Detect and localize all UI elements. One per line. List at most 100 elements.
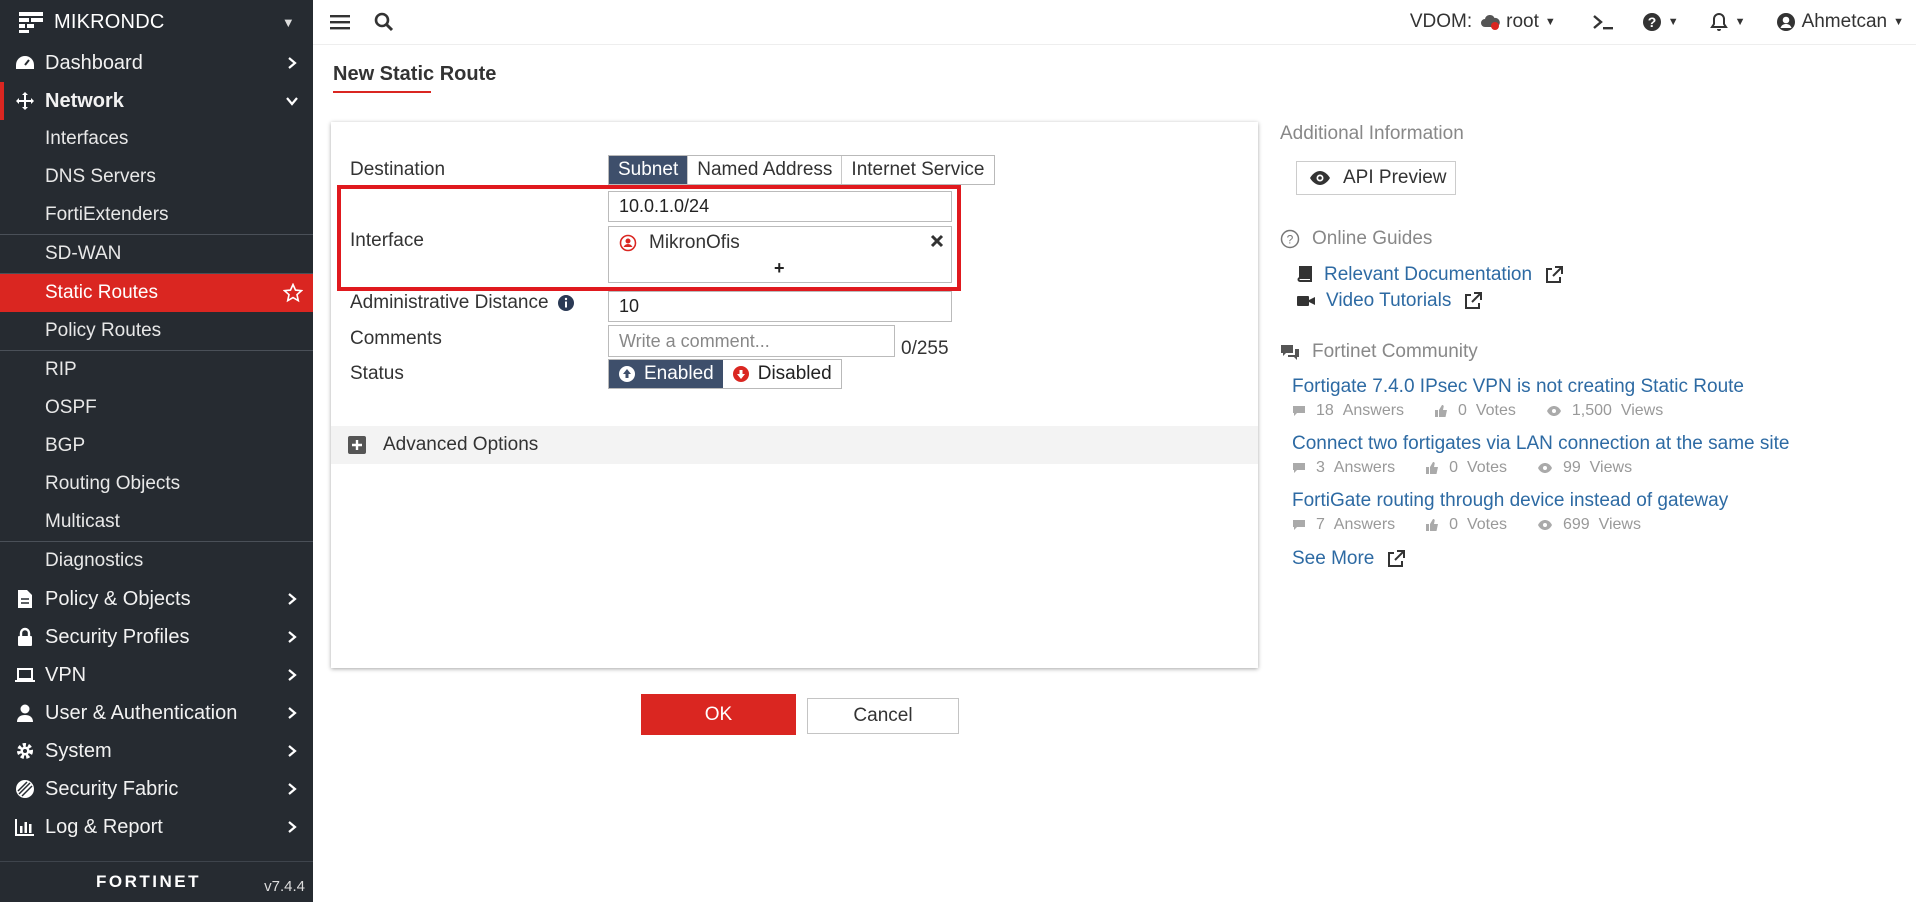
comments-textarea[interactable]: Write a comment... bbox=[608, 325, 895, 357]
sidebar-item-label: Policy & Objects bbox=[45, 587, 191, 610]
chevron-down-icon: ▼ bbox=[1734, 16, 1746, 28]
sidebar-item-diagnostics[interactable]: Diagnostics bbox=[0, 541, 313, 580]
thumbs-up-icon bbox=[1426, 462, 1439, 474]
community-post-link[interactable]: FortiGate routing through device instead… bbox=[1292, 490, 1728, 512]
fortinet-logo: FORTINET bbox=[96, 872, 199, 890]
static-route-form: Destination Subnet Named Address Interne… bbox=[331, 122, 1258, 668]
hamburger-menu-icon[interactable] bbox=[329, 11, 351, 33]
community-post-link[interactable]: Connect two fortigates via LAN connectio… bbox=[1292, 433, 1789, 455]
views-label: Views bbox=[1620, 402, 1664, 419]
status-enabled-label: Enabled bbox=[644, 363, 714, 384]
sidebar: MIKRONDC ▼ Dashboard Network Interfaces … bbox=[0, 0, 313, 902]
eye-icon bbox=[1546, 406, 1561, 416]
sidebar-item-user-authentication[interactable]: User & Authentication bbox=[0, 694, 313, 732]
votes-count: 0 bbox=[1449, 516, 1459, 533]
cli-console-button[interactable] bbox=[1592, 13, 1614, 31]
sidebar-item-policy-objects[interactable]: Policy & Objects bbox=[0, 580, 313, 618]
arrow-up-circle-icon bbox=[619, 366, 635, 382]
eye-icon bbox=[1537, 463, 1552, 473]
sidebar-item-system[interactable]: System bbox=[0, 732, 313, 770]
comments-counter: 0/255 bbox=[901, 338, 949, 359]
status-enabled-option[interactable]: Enabled bbox=[609, 360, 723, 388]
network-icon bbox=[14, 90, 36, 112]
answers-count: 3 bbox=[1316, 459, 1325, 476]
votes-label: Votes bbox=[1466, 459, 1507, 476]
lock-icon bbox=[14, 626, 36, 648]
video-tutorials-link[interactable]: Video Tutorials bbox=[1296, 290, 1483, 312]
video-tutorials-label: Video Tutorials bbox=[1326, 290, 1452, 311]
additional-information-title: Additional Information bbox=[1280, 123, 1464, 144]
comment-icon bbox=[1293, 406, 1305, 416]
help-menu-button[interactable]: ? ▼ bbox=[1642, 12, 1679, 32]
status-toggle: Enabled Disabled bbox=[608, 359, 842, 389]
sidebar-item-bgp[interactable]: BGP bbox=[0, 427, 313, 465]
sidebar-item-label: Security Fabric bbox=[45, 777, 179, 800]
advanced-options-toggle[interactable]: Advanced Options bbox=[331, 426, 1258, 464]
chevron-down-icon: ▼ bbox=[1667, 16, 1679, 28]
sidebar-item-fortiextenders[interactable]: FortiExtenders bbox=[0, 196, 313, 234]
star-icon[interactable] bbox=[283, 283, 303, 303]
sidebar-item-ospf[interactable]: OSPF bbox=[0, 389, 313, 427]
chevron-down-icon bbox=[286, 97, 298, 106]
views-count: 99 bbox=[1562, 459, 1581, 476]
relevant-documentation-link[interactable]: Relevant Documentation bbox=[1296, 264, 1564, 286]
chevron-right-icon bbox=[288, 631, 297, 643]
user-menu[interactable]: Ahmetcan ▼ bbox=[1776, 11, 1904, 33]
dashboard-icon bbox=[14, 52, 36, 74]
destination-internet-service-option[interactable]: Internet Service bbox=[842, 156, 994, 184]
sidebar-item-multicast[interactable]: Multicast bbox=[0, 503, 313, 541]
sidebar-item-static-routes[interactable]: Static Routes bbox=[0, 273, 313, 312]
answers-count: 18 bbox=[1316, 402, 1334, 419]
chart-icon bbox=[14, 816, 36, 838]
device-selector[interactable]: MIKRONDC ▼ bbox=[0, 0, 313, 44]
community-title: Fortinet Community bbox=[1312, 341, 1478, 362]
user-icon bbox=[14, 702, 36, 724]
sidebar-item-interfaces[interactable]: Interfaces bbox=[0, 120, 313, 158]
sidebar-item-log-report[interactable]: Log & Report bbox=[0, 808, 313, 846]
sidebar-item-sd-wan[interactable]: SD-WAN bbox=[0, 234, 313, 273]
sidebar-item-policy-routes[interactable]: Policy Routes bbox=[0, 312, 313, 350]
info-icon[interactable] bbox=[557, 294, 575, 312]
chevron-right-icon bbox=[288, 707, 297, 719]
chevron-right-icon bbox=[288, 669, 297, 681]
fabric-icon bbox=[14, 778, 36, 800]
api-preview-button[interactable]: API Preview bbox=[1296, 161, 1456, 195]
views-label: Views bbox=[1598, 516, 1641, 533]
sidebar-item-security-profiles[interactable]: Security Profiles bbox=[0, 618, 313, 656]
thumbs-up-icon bbox=[1435, 405, 1448, 417]
see-more-link[interactable]: See More bbox=[1292, 548, 1406, 570]
sidebar-item-dns-servers[interactable]: DNS Servers bbox=[0, 158, 313, 196]
gear-icon bbox=[14, 740, 36, 762]
sidebar-item-rip[interactable]: RIP bbox=[0, 350, 313, 389]
destination-subnet-option[interactable]: Subnet bbox=[609, 156, 689, 184]
sidebar-item-vpn[interactable]: VPN bbox=[0, 656, 313, 694]
vdom-selector[interactable]: VDOM: root ▼ bbox=[1410, 11, 1556, 33]
svg-text:?: ? bbox=[1287, 233, 1294, 247]
votes-count: 0 bbox=[1458, 402, 1467, 419]
admin-distance-label-text: Administrative Distance bbox=[350, 292, 549, 313]
external-link-icon bbox=[1546, 266, 1564, 283]
plus-square-icon bbox=[348, 436, 366, 454]
admin-distance-label: Administrative Distance bbox=[350, 292, 575, 314]
search-icon[interactable] bbox=[373, 11, 395, 33]
community-post-link[interactable]: Fortigate 7.4.0 IPsec VPN is not creatin… bbox=[1292, 376, 1744, 398]
chevron-down-icon: ▼ bbox=[281, 14, 295, 30]
sidebar-item-network[interactable]: Network bbox=[0, 82, 313, 120]
sidebar-item-dashboard[interactable]: Dashboard bbox=[0, 44, 313, 82]
external-link-icon bbox=[1388, 550, 1406, 567]
page-title-underline bbox=[333, 91, 431, 93]
ok-button[interactable]: OK bbox=[641, 694, 796, 735]
version-label: v7.4.4 bbox=[264, 878, 305, 895]
admin-distance-input[interactable]: 10 bbox=[608, 291, 952, 322]
sidebar-item-routing-objects[interactable]: Routing Objects bbox=[0, 465, 313, 503]
fortinet-community-header: Fortinet Community bbox=[1280, 341, 1478, 363]
relevant-documentation-label: Relevant Documentation bbox=[1324, 264, 1533, 285]
views-count: 1,500 bbox=[1571, 402, 1612, 419]
status-disabled-option[interactable]: Disabled bbox=[723, 360, 841, 388]
comment-icon bbox=[1293, 463, 1305, 473]
sidebar-item-security-fabric[interactable]: Security Fabric bbox=[0, 770, 313, 808]
destination-named-address-option[interactable]: Named Address bbox=[688, 156, 843, 184]
chevron-down-icon: ▼ bbox=[1893, 16, 1904, 28]
cancel-button[interactable]: Cancel bbox=[807, 698, 959, 734]
notifications-button[interactable]: ▼ bbox=[1709, 12, 1746, 32]
